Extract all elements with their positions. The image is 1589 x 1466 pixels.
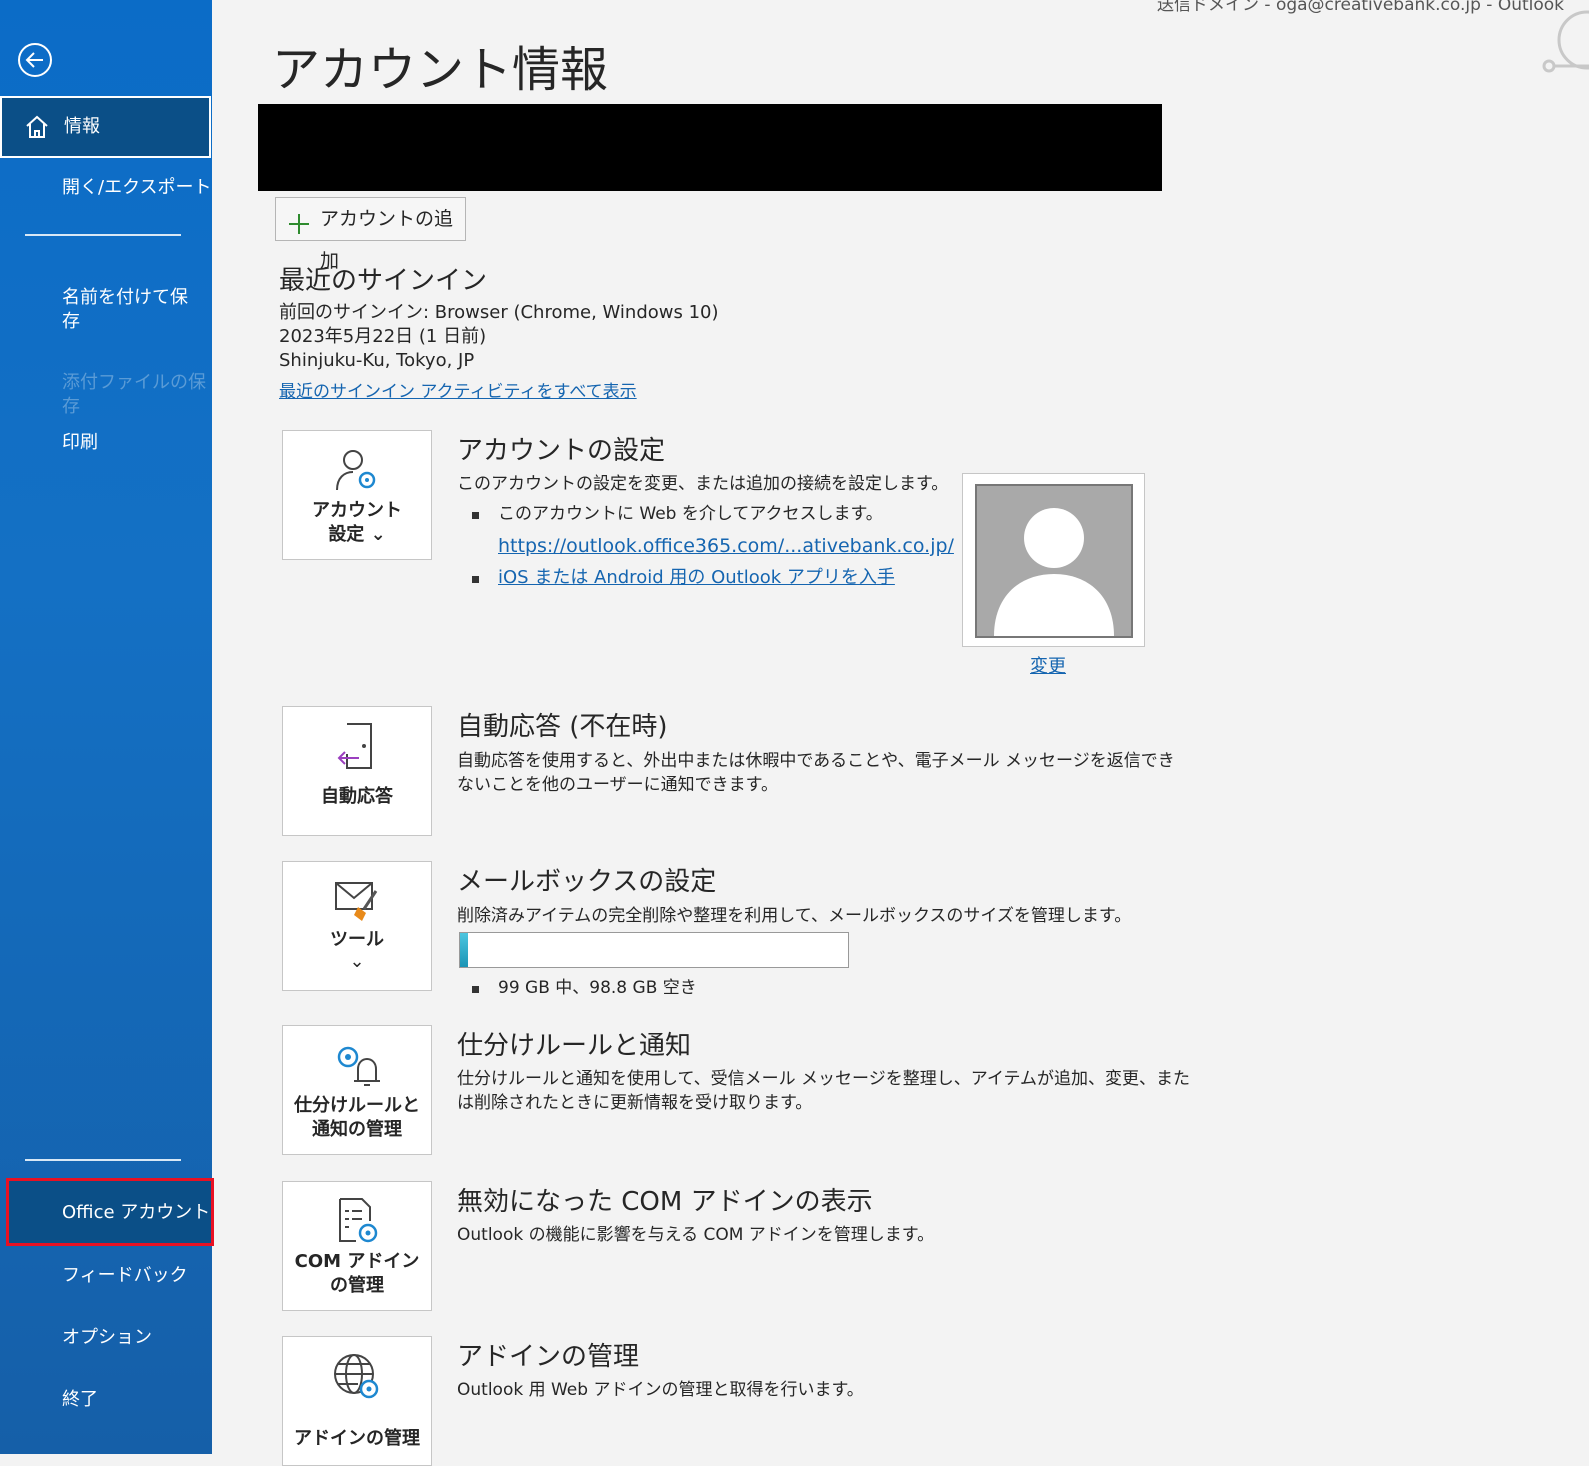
account-settings-tile-label2: 設定 ⌄ [328,524,386,545]
redacted-account-box [258,104,1162,191]
mailbox-usage-fill [460,933,468,967]
account-settings-icon [336,450,376,491]
recent-signin-line2: 2023年5月22日 (1 日前) [279,326,487,347]
com-addins-heading: 無効になった COM アドインの表示 [457,1187,873,1217]
auto-reply-desc1: 自動応答を使用すると、外出中または休暇中であることや、電子メール メッセージを返… [457,751,1175,771]
nav-item-label: 情報 [64,116,100,137]
bullet [472,576,479,583]
home-icon [24,114,50,147]
auto-reply-tile-label: 自動応答 [321,786,393,807]
bullet [472,986,479,993]
mailbox-desc: 削除済みアイテムの完全削除や整理を利用して、メールボックスのサイズを管理します。 [457,906,1132,926]
decoration-circuit-icon [1542,10,1589,73]
com-addins-tile-label2: の管理 [330,1275,384,1296]
mailbox-usage-text: 99 GB 中、98.8 GB 空き [498,978,697,998]
page-title: アカウント情報 [272,42,609,98]
rules-desc2: は削除されたときに更新情報を受け取ります。 [457,1093,813,1113]
account-settings-tile[interactable]: アカウント 設定 ⌄ [282,430,432,560]
addins-heading: アドインの管理 [457,1342,640,1372]
recent-signin-line1: 前回のサインイン: Browser (Chrome, Windows 10) [279,302,719,323]
com-addins-tile-label: COM アドイン [294,1251,420,1272]
account-settings-tile-label: アカウント [312,500,402,521]
recent-signin-activity-link[interactable]: 最近のサインイン アクティビティをすべて表示 [279,380,637,404]
mail-broom-icon [335,882,378,921]
profile-photo [962,473,1145,647]
globe-gear-icon [334,1354,379,1399]
door-arrow-icon [337,723,372,769]
mailbox-usage-bar [459,932,849,968]
gear-bell-icon [337,1046,380,1086]
nav-item-office-account[interactable]: Office アカウント [0,1201,212,1225]
addins-tile-label: アドインの管理 [294,1428,420,1449]
web-access-text: このアカウントに Web を介してアクセスします。 [498,504,883,524]
chevron-down-icon: ⌄ [349,951,365,972]
account-settings-heading: アカウントの設定 [457,436,666,466]
document-gear-icon [339,1198,378,1243]
nav-item-exit[interactable]: 終了 [0,1388,212,1412]
auto-reply-tile[interactable]: 自動応答 [282,706,432,836]
plus-icon [288,208,310,250]
nav-item-save-as[interactable]: 名前を付けて保 存 [0,262,212,334]
com-addins-tile[interactable]: COM アドイン の管理 [282,1181,432,1311]
rules-tile-label: 仕分けルールと [294,1095,420,1116]
com-addins-desc: Outlook の機能に影響を与える COM アドインを管理します。 [457,1225,935,1245]
owa-link[interactable]: https://outlook.office365.com/...ativeba… [498,534,954,558]
nav-item-label: フィードバック [62,1265,188,1286]
nav-divider [25,1159,181,1161]
nav-item-label: 終了 [62,1389,98,1410]
rules-tile-label2: 通知の管理 [312,1119,402,1140]
change-photo-link[interactable]: 変更 [1030,655,1066,679]
bullet [472,512,479,519]
nav-divider [25,234,181,236]
nav-item-save-attachments: 添付ファイルの保 存 [0,347,212,419]
addins-tile[interactable]: アドインの管理 [282,1336,432,1466]
auto-reply-heading: 自動応答 (不在時) [457,712,668,742]
nav-item-label: 添付ファイルの保 存 [62,372,206,417]
back-arrow-icon[interactable] [18,43,52,77]
add-account-button[interactable]: アカウントの追加 [275,197,466,272]
nav-item-open-export[interactable]: 開く/エクスポート [0,176,212,200]
avatar-placeholder-icon [994,508,1114,636]
window-title-cut: 送信ドメイン - oga@creativebank.co.jp - Outloo… [1157,0,1565,15]
nav-item-feedback[interactable]: フィードバック [0,1264,212,1288]
addins-desc: Outlook 用 Web アドインの管理と取得を行います。 [457,1380,864,1400]
nav-item-options[interactable]: オプション [0,1326,212,1350]
mobile-app-link[interactable]: iOS または Android 用の Outlook アプリを入手 [498,566,895,590]
nav-item-info[interactable]: 情報 [0,96,211,158]
account-settings-desc: このアカウントの設定を変更、または追加の接続を設定します。 [457,474,949,494]
nav-item-label: Office アカウント [62,1202,211,1223]
auto-reply-desc2: ないことを他のユーザーに通知できます。 [457,775,778,795]
nav-item-label: 名前を付けて保 存 [62,287,188,332]
rules-tile[interactable]: 仕分けルールと 通知の管理 [282,1025,432,1155]
nav-item-print[interactable]: 印刷 [0,431,212,455]
mailbox-tools-tile[interactable]: ツール ⌄ [282,861,432,991]
rules-heading: 仕分けルールと通知 [457,1031,692,1061]
nav-item-label: 印刷 [62,432,98,453]
recent-signin-line3: Shinjuku-Ku, Tokyo, JP [279,350,475,371]
nav-item-label: 開く/エクスポート [62,177,212,198]
recent-signin-heading: 最近のサインイン [279,266,488,296]
backstage-sidebar: 情報 開く/エクスポート 名前を付けて保 存 添付ファイルの保 存 印刷 Off… [0,0,214,1454]
mailbox-tools-tile-label: ツール [330,929,384,950]
nav-item-label: オプション [62,1327,152,1348]
rules-desc1: 仕分けルールと通知を使用して、受信メール メッセージを整理し、アイテムが追加、変… [457,1069,1191,1089]
main-content: 送信ドメイン - oga@creativebank.co.jp - Outloo… [212,0,1589,1466]
mailbox-heading: メールボックスの設定 [457,867,717,897]
